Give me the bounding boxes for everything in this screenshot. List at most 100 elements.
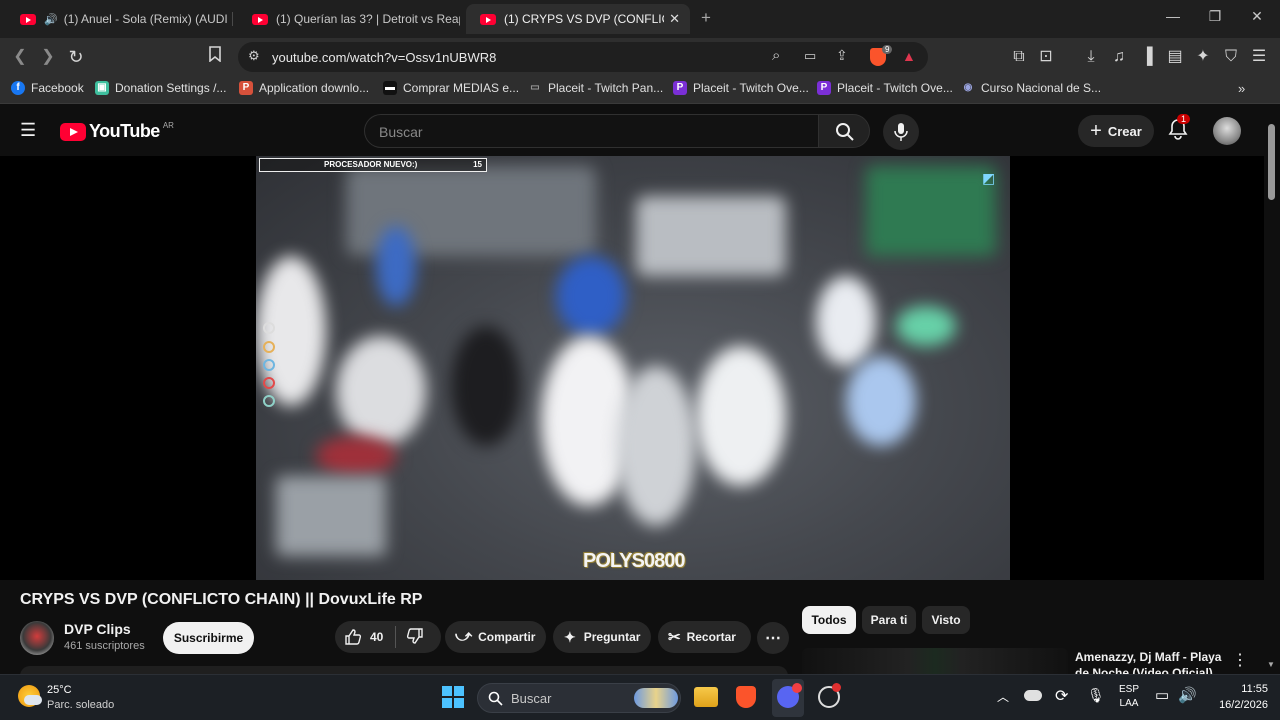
channel-name[interactable]: DVP Clips [64, 621, 131, 637]
avatar[interactable] [1213, 117, 1241, 145]
bookmark-item[interactable]: f Facebook [11, 81, 84, 95]
language-indicator[interactable]: ESP LAA [1114, 684, 1144, 709]
taskbar-search[interactable]: Buscar [477, 683, 681, 713]
brave-browser-icon[interactable] [736, 686, 756, 708]
page-scrollbar[interactable]: ▼ [1264, 104, 1280, 674]
notifications-button[interactable]: 1 [1168, 114, 1191, 145]
media-icon[interactable]: ♫ [1108, 46, 1130, 68]
close-tab-icon[interactable]: ✕ [669, 11, 680, 27]
search-button[interactable] [818, 114, 870, 148]
back-icon[interactable]: ❮ [9, 46, 31, 68]
bookmark-item[interactable]: P Placeit - Twitch Ove... [817, 81, 953, 95]
url-text: youtube.com/watch?v=Ossv1nUBWR8 [272, 50, 497, 65]
dislike-button[interactable] [406, 627, 424, 648]
share-icon: ⤻ [455, 628, 473, 645]
wallet-icon[interactable]: ▤ [1164, 46, 1186, 68]
onedrive-icon[interactable] [1024, 690, 1042, 701]
bookmark-item[interactable]: P Application downlo... [239, 81, 369, 95]
forward-icon[interactable]: ❯ [37, 46, 59, 68]
subscribe-button[interactable]: Suscribirme [163, 622, 254, 654]
bookmark-label: Facebook [31, 81, 84, 95]
zoom-icon[interactable]: ⌕ [772, 47, 780, 64]
scrollbar-thumb[interactable] [1268, 124, 1275, 200]
bookmark-item[interactable]: ◉ Curso Nacional de S... [961, 81, 1101, 95]
share-button[interactable]: ⤻ Compartir [445, 621, 546, 653]
maximize-icon[interactable]: ❐ [1200, 8, 1230, 25]
chip-for-you[interactable]: Para ti [862, 606, 916, 634]
ask-button[interactable]: ✦ Preguntar [553, 621, 651, 653]
subscribe-label: Suscribirme [173, 631, 244, 645]
more-actions-button[interactable]: ⋯ [757, 622, 789, 654]
thumbs-down-icon [407, 627, 424, 644]
tab-label: (1) CRYPS VS DVP (CONFLICTO C [504, 12, 664, 26]
cast-icon[interactable]: ▭ [804, 48, 816, 64]
bookmark-item[interactable]: ▭ Placeit - Twitch Pan... [528, 81, 663, 95]
reload-icon[interactable]: ↻ [65, 46, 87, 68]
sparkle-icon: ✦ [564, 628, 576, 645]
more-bookmarks-icon[interactable]: » [1238, 81, 1245, 96]
bookmark-icon[interactable] [204, 46, 226, 69]
chip-label: Para ti [870, 613, 908, 627]
brave-rewards-icon[interactable]: ▲ [902, 48, 916, 64]
site-settings-icon[interactable]: ⚙ [248, 48, 260, 64]
weather-cloud-icon [24, 695, 42, 705]
windows-start-icon[interactable] [442, 686, 464, 708]
video-player[interactable]: PROCESADOR NUEVO:) 15 ◩ POLYS0800 [0, 156, 1264, 580]
file-explorer-icon[interactable] [694, 687, 718, 707]
tab-separator [232, 12, 233, 26]
search-input[interactable]: Buscar [364, 114, 818, 148]
channel-avatar[interactable] [20, 621, 54, 655]
extensions-icon[interactable]: ⧉ [1008, 46, 1030, 68]
download-icon[interactable]: ⤓ [1080, 46, 1102, 68]
guide-menu-icon[interactable]: ☰ [20, 120, 36, 141]
new-tab-icon[interactable]: + [701, 8, 711, 28]
channel-watermark: POLYS0800 [583, 550, 685, 572]
browser-tab-active[interactable]: (1) CRYPS VS DVP (CONFLICTO C ✕ [466, 4, 690, 34]
search-icon [488, 691, 503, 706]
bookmark-label: Donation Settings /... [115, 81, 227, 95]
share-icon[interactable]: ⇪ [836, 47, 848, 64]
create-button[interactable]: + Crear [1078, 115, 1154, 147]
sidebar-icon[interactable]: ▐ [1136, 46, 1158, 68]
bookmark-item[interactable]: ▬ Comprar MEDIAS e... [383, 81, 519, 95]
chip-watched[interactable]: Visto [922, 606, 970, 634]
game-hud-bar: PROCESADOR NUEVO:) 15 [259, 158, 487, 172]
address-bar[interactable]: ⚙ youtube.com/watch?v=Ossv1nUBWR8 ⌕ ▭ ⇪ … [238, 42, 928, 72]
show-hidden-icons[interactable]: ︿ [997, 688, 1009, 705]
close-window-icon[interactable]: ✕ [1242, 8, 1272, 25]
youtube-logo[interactable]: YouTube AR [60, 121, 174, 142]
like-count: 40 [370, 630, 384, 644]
volume-icon[interactable]: 🔊 [1178, 686, 1197, 704]
bookmark-item[interactable]: ▣ Donation Settings /... [95, 81, 226, 95]
video-frame[interactable]: PROCESADOR NUEVO:) 15 ◩ POLYS0800 [256, 156, 1010, 580]
minimize-icon[interactable]: — [1158, 8, 1188, 24]
chip-all[interactable]: Todos [802, 606, 856, 634]
menu-icon[interactable]: ☰ [1248, 46, 1270, 68]
sync-icon[interactable]: ⟳ [1055, 686, 1068, 706]
network-icon[interactable]: ▭ [1155, 686, 1169, 704]
notification-badge: 1 [1177, 114, 1191, 124]
tab-label: (1) Querían las 3? | Detroit vs Reaper [276, 12, 460, 26]
vpn-icon[interactable]: ⛉ [1220, 46, 1242, 68]
scroll-down-arrow-icon[interactable]: ▼ [1267, 660, 1275, 669]
tab-label: (1) Anuel - Sola (Remix) (AUDIO) ( [63, 12, 228, 26]
leo-ai-icon[interactable]: ✦ [1192, 46, 1214, 68]
browser-tab[interactable]: (1) Querían las 3? | Detroit vs Reaper [238, 4, 460, 34]
scissors-icon: ✂ [668, 629, 681, 646]
weather-widget[interactable]: 25°C Parc. soleado [18, 683, 128, 713]
bookmark-item[interactable]: P Placeit - Twitch Ove... [673, 81, 809, 95]
hud-status-icon [263, 377, 275, 389]
like-button[interactable]: 40 [335, 628, 383, 646]
voice-search-button[interactable] [883, 114, 919, 150]
search-icon [836, 123, 854, 141]
browser-tab[interactable]: 🔊 (1) Anuel - Sola (Remix) (AUDIO) ( [6, 4, 228, 34]
audio-icon[interactable]: 🔊 [44, 13, 58, 26]
clock[interactable]: 11:55 16/2/2026 [1198, 683, 1268, 711]
microphone-tray-icon[interactable]: 🎙 [1087, 687, 1105, 704]
create-label: Crear [1107, 123, 1142, 139]
clip-button[interactable]: ✂ Recortar [658, 621, 751, 653]
recommended-more-icon[interactable]: ⋮ [1232, 650, 1248, 670]
clock-date: 16/2/2026 [1219, 699, 1268, 711]
screenshot-icon[interactable]: ⊡ [1035, 46, 1057, 68]
facebook-icon: f [11, 81, 25, 95]
